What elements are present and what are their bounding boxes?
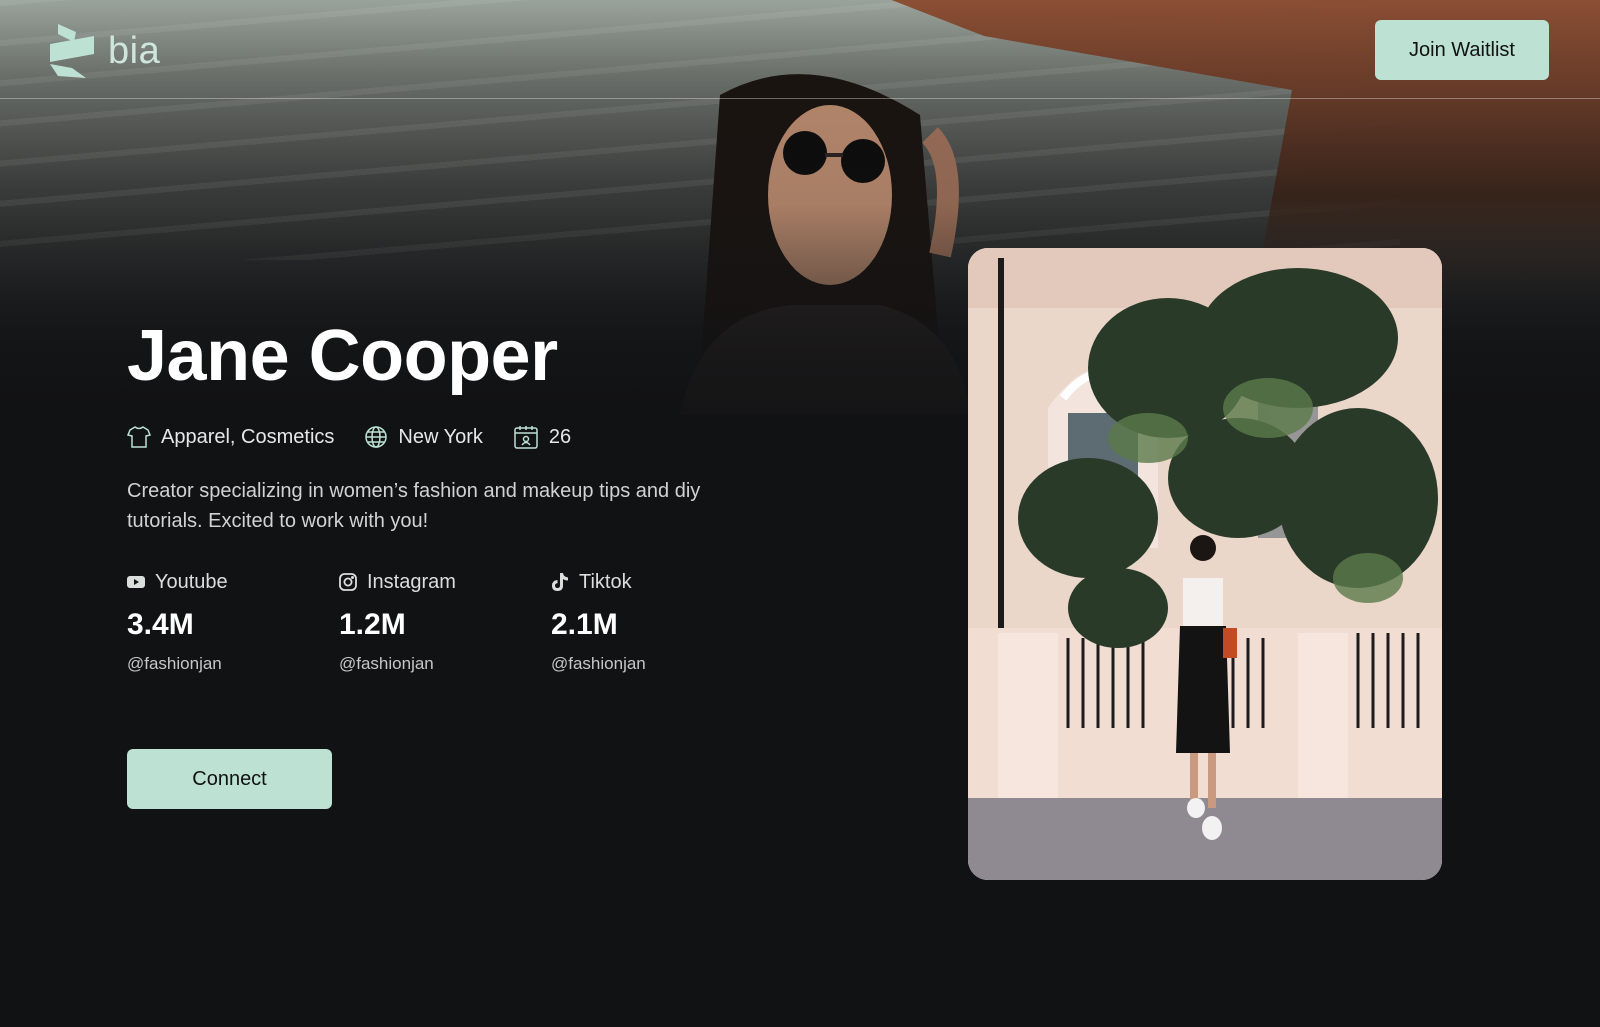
profile-name: Jane Cooper: [127, 316, 558, 396]
social-follower-count: 2.1M: [551, 608, 618, 641]
meta-category-text: Apparel, Cosmetics: [161, 425, 335, 448]
tshirt-icon: [127, 426, 151, 448]
social-platform-label: Youtube: [155, 570, 228, 593]
calendar-icon: [514, 426, 538, 449]
meta-age: 26: [513, 424, 571, 450]
profile-photo-image: [968, 248, 1442, 880]
social-handle[interactable]: @fashionjan: [339, 654, 551, 674]
logo-icon: [50, 24, 94, 78]
social-instagram[interactable]: Instagram 1.2M @fashionjan: [339, 570, 551, 674]
globe-icon: [365, 426, 388, 448]
social-follower-count: 1.2M: [339, 608, 406, 641]
connect-button[interactable]: Connect: [127, 749, 332, 809]
logo-text: bia: [108, 30, 161, 72]
profile-bio: Creator specializing in women’s fashion …: [127, 480, 701, 532]
join-waitlist-button[interactable]: Join Waitlist: [1375, 20, 1549, 80]
profile-photo: [968, 248, 1442, 880]
logo[interactable]: bia: [50, 24, 160, 78]
social-tiktok[interactable]: Tiktok 2.1M @fashionjan: [551, 570, 763, 674]
meta-age-text: 26: [548, 425, 572, 448]
meta-location: New York: [364, 425, 483, 449]
social-platform-label: Tiktok: [579, 570, 632, 593]
tiktok-icon: [552, 573, 568, 591]
meta-category: Apparel, Cosmetics: [127, 425, 334, 449]
top-bar: bia Join Waitlist: [0, 0, 1600, 99]
profile-meta: Apparel, Cosmetics New York 26: [127, 424, 787, 450]
profile-section: Jane Cooper Apparel, Cosmetics New York …: [127, 320, 787, 674]
instagram-icon: [339, 573, 357, 591]
social-follower-count: 3.4M: [127, 608, 194, 641]
social-stats: Youtube 3.4M @fashionjan Instagram 1.2M …: [127, 570, 787, 674]
youtube-icon: [127, 576, 145, 588]
social-handle[interactable]: @fashionjan: [127, 654, 339, 674]
social-handle[interactable]: @fashionjan: [551, 654, 763, 674]
meta-location-text: New York: [398, 425, 483, 448]
social-youtube[interactable]: Youtube 3.4M @fashionjan: [127, 570, 339, 674]
social-platform-label: Instagram: [367, 570, 456, 593]
